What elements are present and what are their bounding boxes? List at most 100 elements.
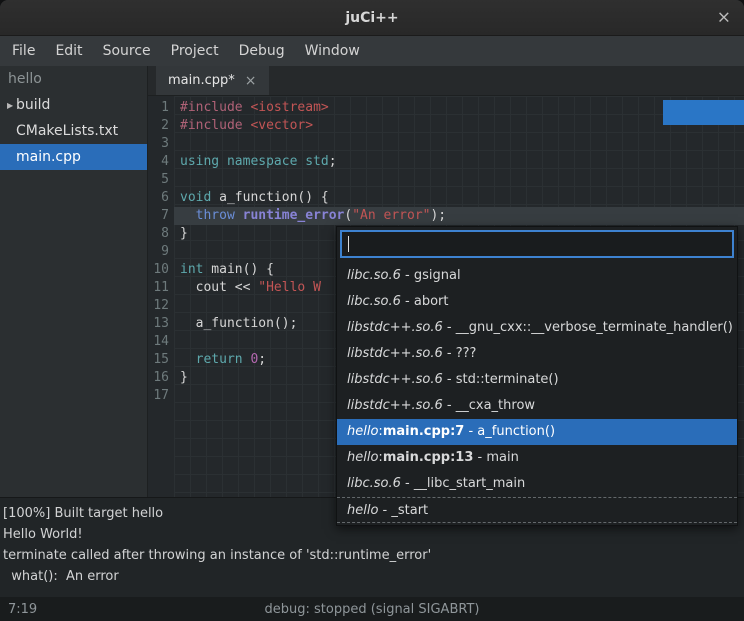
- line-number: 10: [148, 261, 169, 279]
- code-token: <iostream>: [250, 100, 328, 115]
- popup-item-token: - _start: [378, 503, 428, 518]
- popup-item-token: hello: [347, 424, 378, 439]
- popup-item-token: - __libc_start_main: [401, 476, 525, 491]
- popup-item-token: - a_function(): [464, 424, 555, 439]
- file-label: build: [16, 97, 50, 113]
- code-token: "An error": [352, 208, 430, 223]
- popup-item-token: libstdc++.so.6: [347, 320, 443, 335]
- window-close-button[interactable]: ×: [717, 9, 731, 26]
- menu-file[interactable]: File: [2, 36, 45, 66]
- popup-item[interactable]: hello:main.cpp:13 - main: [337, 445, 737, 471]
- tab-label: main.cpp*: [168, 73, 235, 88]
- popup-item-token: - gsignal: [401, 268, 461, 283]
- line-number: 2: [148, 117, 169, 135]
- output-line: terminate called after throwing an insta…: [3, 545, 738, 566]
- popup-item[interactable]: hello:main.cpp:7 - a_function(): [337, 419, 737, 445]
- line-number: 9: [148, 243, 169, 261]
- line-number: 12: [148, 297, 169, 315]
- titlebar: juCi++ ×: [0, 0, 744, 36]
- menu-window[interactable]: Window: [295, 36, 370, 66]
- code-line-3: [180, 135, 744, 153]
- menu-edit[interactable]: Edit: [45, 36, 92, 66]
- popup-item[interactable]: libstdc++.so.6 - __gnu_cxx::__verbose_te…: [337, 315, 737, 341]
- line-number: 6: [148, 189, 169, 207]
- sidebar-item-cmakelists-txt[interactable]: CMakeLists.txt: [0, 118, 147, 144]
- menu-source[interactable]: Source: [93, 36, 161, 66]
- code-line-7: throw runtime_error("An error");: [174, 207, 744, 225]
- line-number: 5: [148, 171, 169, 189]
- menu-debug[interactable]: Debug: [229, 36, 295, 66]
- project-name: hello: [0, 66, 147, 92]
- popup-item-token: - std::terminate(): [443, 372, 559, 387]
- window-title: juCi++: [345, 10, 398, 26]
- code-token: #include: [180, 100, 243, 115]
- line-number: 3: [148, 135, 169, 153]
- statusbar: 7:19 debug: stopped (signal SIGABRT): [0, 597, 744, 621]
- file-tree: ▶build CMakeLists.txt main.cpp: [0, 92, 147, 170]
- popup-item[interactable]: libstdc++.so.6 - std::terminate(): [337, 367, 737, 393]
- code-token: }: [180, 226, 188, 241]
- sidebar: hello ▶build CMakeLists.txt main.cpp: [0, 66, 148, 497]
- popup-item-token: main.cpp:7: [383, 424, 465, 439]
- line-number: 13: [148, 315, 169, 333]
- code-token: [180, 352, 196, 367]
- code-token: runtime_error: [243, 208, 345, 223]
- line-number: 15: [148, 351, 169, 369]
- line-number: 4: [148, 153, 169, 171]
- sidebar-item-main-cpp[interactable]: main.cpp: [0, 144, 147, 170]
- output-line: what(): An error: [3, 566, 738, 587]
- output-line: Hello World!: [3, 524, 738, 545]
- main-area: hello ▶build CMakeLists.txt main.cpp main.…: [0, 66, 744, 497]
- popup-search-input[interactable]: [340, 230, 734, 258]
- code-line-2: #include <vector>: [180, 117, 744, 135]
- menubar: FileEditSourceProjectDebugWindow: [0, 36, 744, 66]
- code-token: int: [180, 262, 203, 277]
- app-window: juCi++ × FileEditSourceProjectDebugWindo…: [0, 0, 744, 621]
- popup-item[interactable]: libc.so.6 - __libc_start_main: [337, 471, 737, 497]
- popup-item-token: - __cxa_throw: [443, 398, 535, 413]
- tab-main-cpp[interactable]: main.cpp* ×: [156, 66, 269, 95]
- popup-item[interactable]: hello - _start: [337, 497, 737, 523]
- code-token: <vector>: [250, 118, 313, 133]
- code-line-6: void a_function() {: [180, 189, 744, 207]
- code-token: void: [180, 190, 211, 205]
- code-token: cout <<: [180, 280, 258, 295]
- popup-item[interactable]: libc.so.6 - gsignal: [337, 263, 737, 289]
- popup-list: libc.so.6 - gsignallibc.so.6 - abortlibs…: [337, 261, 737, 525]
- code-token: main() {: [203, 262, 273, 277]
- popup-item[interactable]: libstdc++.so.6 - __cxa_throw: [337, 393, 737, 419]
- scrollbar-thumb[interactable]: [663, 100, 744, 125]
- code-token: ;: [258, 352, 266, 367]
- code-token: ;: [329, 154, 337, 169]
- backtrace-popup: libc.so.6 - gsignallibc.so.6 - abortlibs…: [336, 226, 738, 526]
- code-token: throw: [196, 208, 235, 223]
- code-token: using namespace std: [180, 154, 329, 169]
- expander-icon[interactable]: ▶: [0, 101, 16, 110]
- menu-project[interactable]: Project: [161, 36, 229, 66]
- line-number: 1: [148, 99, 169, 117]
- code-token: [235, 208, 243, 223]
- sidebar-item-build[interactable]: ▶build: [0, 92, 147, 118]
- code-token: a_function();: [180, 316, 297, 331]
- text-caret: [348, 236, 349, 252]
- line-number: 14: [148, 333, 169, 351]
- code-token: "Hello W: [258, 280, 321, 295]
- code-line-1: #include <iostream>: [180, 99, 744, 117]
- line-number: 8: [148, 225, 169, 243]
- popup-item-token: - ???: [443, 346, 477, 361]
- code-token: }: [180, 370, 188, 385]
- popup-item-token: hello: [347, 503, 378, 518]
- file-label: main.cpp: [16, 149, 81, 165]
- line-number: 17: [148, 387, 169, 405]
- popup-item-token: hello: [347, 450, 378, 465]
- code-token: #include: [180, 118, 243, 133]
- popup-item[interactable]: libstdc++.so.6 - ???: [337, 341, 737, 367]
- popup-item-token: libstdc++.so.6: [347, 346, 443, 361]
- code-token: return: [196, 352, 243, 367]
- code-token: a_function() {: [211, 190, 328, 205]
- file-label: CMakeLists.txt: [16, 123, 118, 139]
- popup-item[interactable]: libc.so.6 - abort: [337, 289, 737, 315]
- popup-item-token: libc.so.6: [347, 268, 401, 283]
- tab-close-icon[interactable]: ×: [245, 73, 257, 89]
- popup-item-token: libstdc++.so.6: [347, 398, 443, 413]
